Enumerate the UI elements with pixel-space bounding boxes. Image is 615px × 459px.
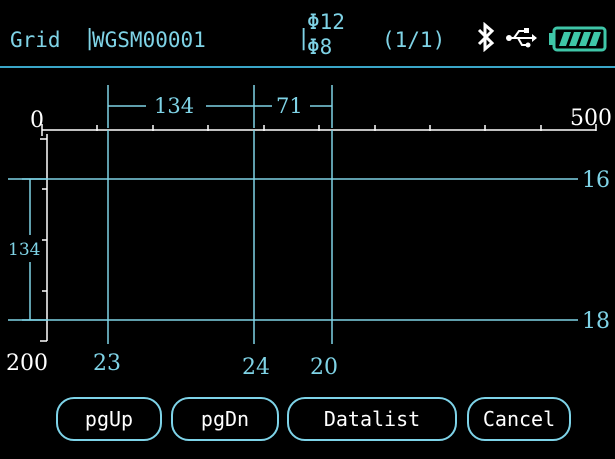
left-dim: 134 <box>8 240 40 260</box>
row-label-1: 16 <box>582 168 610 193</box>
cancel-button[interactable]: Cancel <box>467 397 571 441</box>
bluetooth-icon <box>477 22 495 52</box>
grid-drawing: 0 500 134 71 200 134 16 18 23 24 20 <box>6 85 612 380</box>
top-dim-1: 134 <box>154 94 194 118</box>
datalist-button[interactable]: Datalist <box>287 397 457 441</box>
mode-label: Grid <box>10 28 61 52</box>
diameter-top: Φ12 <box>307 10 345 34</box>
header-bar: Grid | WGSM00001 | Φ12 Φ8 (1/1) <box>0 0 615 64</box>
left-scale-ticks <box>40 138 47 342</box>
left-scale-bottom: 200 <box>6 351 48 376</box>
battery-icon <box>549 26 607 52</box>
top-scale-end: 500 <box>570 106 612 131</box>
page-down-button[interactable]: pgDn <box>171 397 279 441</box>
col-label-3: 20 <box>310 355 338 380</box>
usb-icon <box>506 28 537 48</box>
col-label-1: 23 <box>93 351 121 376</box>
grid-screen: Grid | WGSM00001 | Φ12 Φ8 (1/1) 0 500 13… <box>0 0 615 459</box>
diameter-bottom: Φ8 <box>307 35 333 59</box>
col-label-2: 24 <box>242 355 270 380</box>
top-dim-2: 71 <box>276 94 303 118</box>
header-divider <box>0 66 615 68</box>
page-up-button[interactable]: pgUp <box>56 397 162 441</box>
device-id: WGSM00001 <box>92 28 206 52</box>
page-indicator: (1/1) <box>382 28 446 52</box>
row-label-2: 18 <box>582 309 610 334</box>
